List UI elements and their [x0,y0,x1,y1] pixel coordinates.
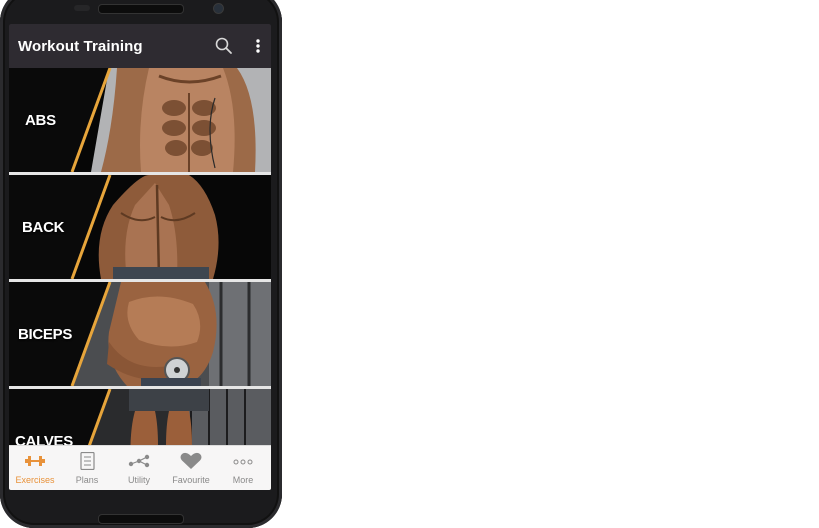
category-label: ABS [25,112,56,129]
category-label: BACK [22,219,65,236]
nav-label: Favourite [172,475,210,485]
more-vert-icon [256,39,260,53]
nav-plans[interactable]: Plans [61,446,113,490]
category-card-biceps[interactable]: BICEPS [9,282,271,389]
nav-exercises[interactable]: Exercises [9,446,61,490]
nav-label: Exercises [15,475,55,485]
overflow-menu-button[interactable] [253,36,263,56]
nav-more[interactable]: More [217,446,269,490]
nav-favourite[interactable]: Favourite [165,446,217,490]
category-label: BICEPS [18,326,73,343]
nav-label: Plans [75,475,99,485]
app-title: Workout Training [18,38,143,55]
bottom-navigation: Exercises Plans Utility Favourite More [9,445,271,490]
front-camera [213,3,224,14]
nav-utility[interactable]: Utility [113,446,165,490]
nav-label: More [232,475,254,485]
category-card-back[interactable]: BACK [9,175,271,282]
dumbbell-icon [25,456,45,466]
earpiece-speaker [98,4,184,14]
more-dots-icon [233,459,253,465]
nav-label: Utility [128,475,150,485]
bottom-speaker [98,514,184,524]
utility-nodes-icon [128,454,150,468]
proximity-sensor [74,5,90,11]
category-list: ABS BACK BICEPS CALVES [9,68,271,490]
heart-icon [180,452,202,469]
search-icon [215,37,232,54]
search-button[interactable] [214,36,234,56]
app-bar: Workout Training [9,24,271,68]
app-screen: Workout Training ABS BACK BICEPS CALVES … [9,24,271,490]
phone-frame: Workout Training ABS BACK BICEPS CALVES … [0,0,282,528]
category-card-abs[interactable]: ABS [9,68,271,175]
checklist-icon [80,452,95,470]
